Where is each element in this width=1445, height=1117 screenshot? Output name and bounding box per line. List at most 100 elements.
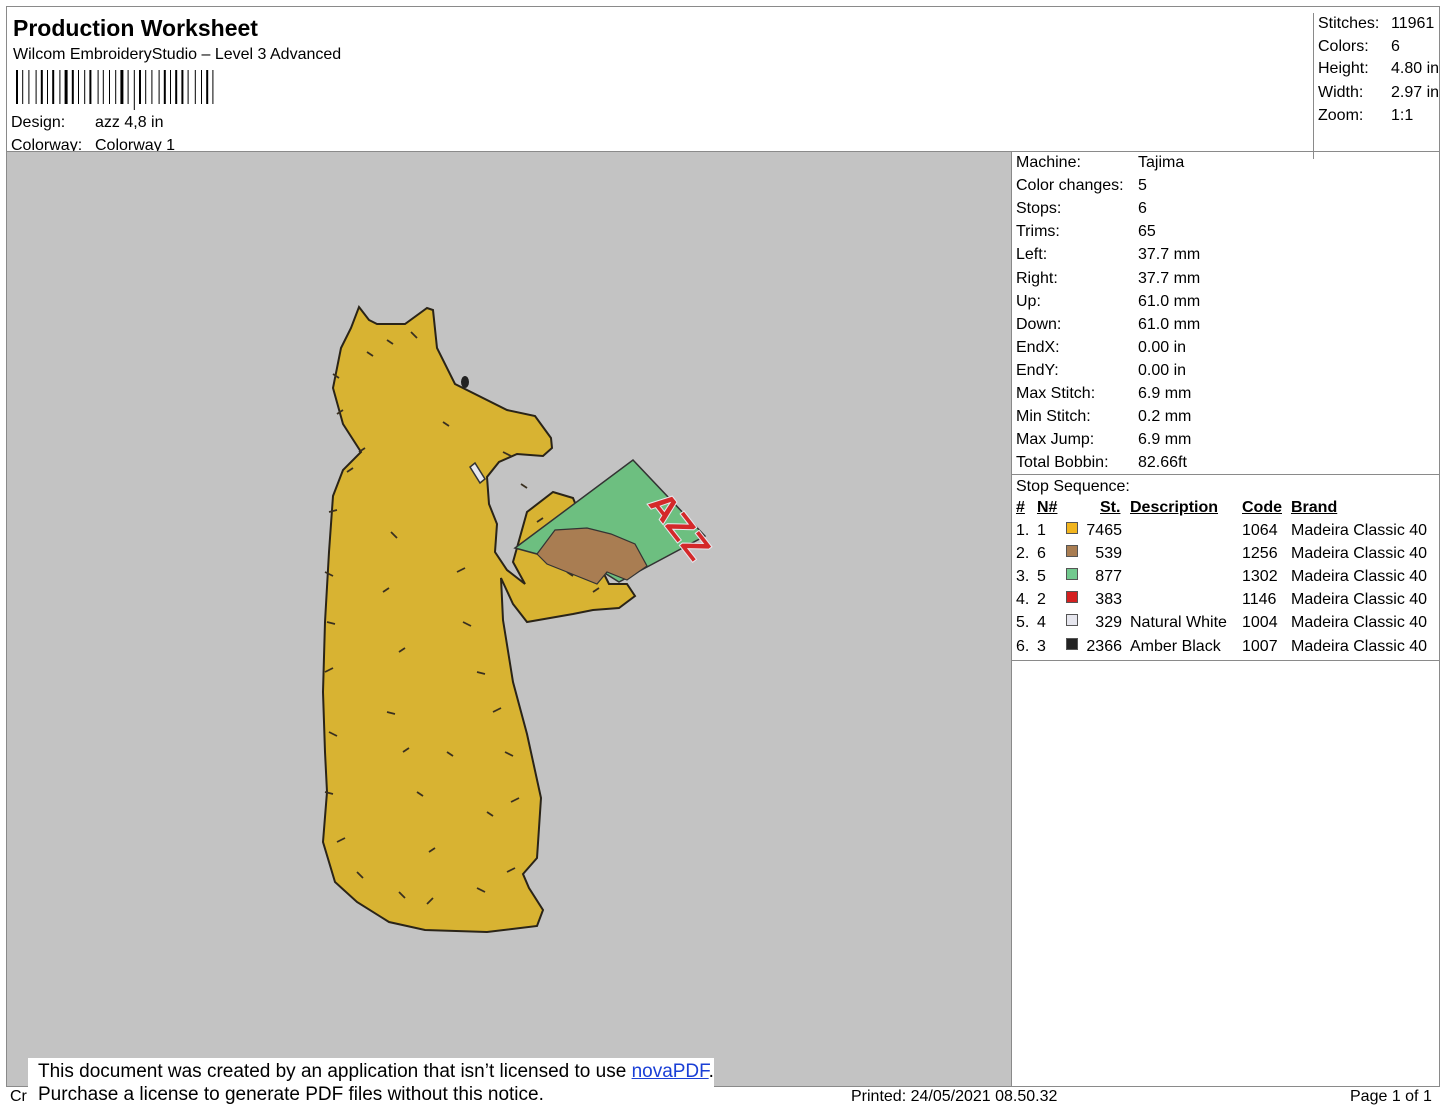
fox-body <box>321 304 637 934</box>
barcode-bar <box>175 70 178 104</box>
barcode-bar <box>194 70 196 104</box>
color-swatch <box>1066 614 1078 627</box>
summary-value: 6 <box>1391 38 1400 55</box>
stitch-count: 877 <box>1095 568 1122 586</box>
needle-number: 2 <box>1037 591 1046 609</box>
table-row: 3. 5 877 1302 Madeira Classic 40 <box>1012 568 1439 591</box>
col-header-code: Code <box>1242 499 1282 516</box>
summary-value: 11961 <box>1391 15 1435 32</box>
barcode-bar <box>145 70 147 104</box>
barcode-bar <box>71 70 74 104</box>
color-swatch <box>1066 522 1078 534</box>
row-number: 2. <box>1016 545 1030 563</box>
row-number: 6. <box>1016 637 1030 655</box>
barcode-bar <box>84 70 86 104</box>
info-label: Left: <box>1016 246 1048 264</box>
barcode-bar <box>201 70 202 104</box>
thread-brand: Madeira Classic 40 <box>1291 591 1428 609</box>
thread-code: 1146 <box>1242 591 1277 609</box>
info-value: 0.00 in <box>1138 338 1187 356</box>
info-label: Machine: <box>1016 154 1081 171</box>
stitch-mark <box>520 483 528 489</box>
thread-code: 1064 <box>1242 522 1278 539</box>
col-header-brand: Brand <box>1291 499 1338 516</box>
barcode-bar <box>22 70 24 104</box>
thread-brand: Madeira Classic 40 <box>1291 568 1428 586</box>
design-value: azz 4,8 in <box>95 114 164 131</box>
thread-brand: Madeira Classic 40 <box>1291 545 1428 563</box>
summary-label: Colors: <box>1318 38 1369 55</box>
barcode-bar <box>181 70 184 104</box>
worksheet-header: Production Worksheet Wilcom EmbroiderySt… <box>6 6 1440 159</box>
stop-sequence-title: Stop Sequence: <box>1016 478 1130 495</box>
info-label: Total Bobbin: <box>1016 454 1109 472</box>
needle-number: 6 <box>1037 545 1046 563</box>
color-swatch <box>1066 545 1078 558</box>
barcode-bar <box>127 70 129 104</box>
stitch-count: 539 <box>1095 545 1122 563</box>
table-row: 1. 1 7465 1064 Madeira Classic 40 <box>1012 522 1439 545</box>
table-row: 5. 4 329 Natural White 1004 Madeira Classic 4… <box>1012 614 1439 637</box>
info-value: 61.0 mm <box>1138 315 1201 333</box>
barcode-bar <box>52 70 55 104</box>
summary-label: Height: <box>1318 60 1369 77</box>
page-title: Production Worksheet <box>13 15 258 41</box>
section-divider <box>1012 660 1439 661</box>
summary-label: Width: <box>1318 84 1364 101</box>
info-label: EndX: <box>1016 338 1060 356</box>
barcode-bar <box>47 70 48 104</box>
thread-code: 1256 <box>1242 545 1278 563</box>
needle-number: 3 <box>1037 637 1046 655</box>
barcode-bar <box>16 70 18 104</box>
thread-description: Amber Black <box>1130 637 1221 655</box>
barcode-bar <box>212 70 214 104</box>
notice-text: This document was created by an applicat… <box>38 1061 632 1082</box>
summary-box: Stitches: 11961 Colors: 6 Height: 4.80 i… <box>1313 13 1445 159</box>
info-label: Stops: <box>1016 200 1062 218</box>
info-label: Min Stitch: <box>1016 408 1091 426</box>
col-header-stitches: St. <box>1100 499 1121 516</box>
color-swatch <box>1066 637 1078 650</box>
barcode-bar <box>28 70 30 104</box>
barcode-bar <box>59 70 61 104</box>
barcode-bar <box>109 70 110 104</box>
table-row: 2. 6 539 1256 Madeira Classic 40 <box>1012 545 1439 568</box>
printed-timestamp: Printed: 24/05/2021 08.50.32 <box>851 1088 1058 1105</box>
summary-row-stitches: Stitches: 11961 <box>1318 15 1445 38</box>
summary-label: Zoom: <box>1318 107 1364 124</box>
col-header-num: # <box>1016 499 1025 516</box>
color-swatch <box>1066 568 1078 581</box>
info-value: 37.7 mm <box>1138 246 1201 264</box>
info-value: 0.00 in <box>1138 361 1187 379</box>
created-label: Cr <box>10 1088 27 1105</box>
info-value: 6 <box>1138 200 1147 218</box>
needle-number: 1 <box>1037 522 1046 539</box>
barcode-bar <box>40 70 43 104</box>
info-value: 5 <box>1138 177 1147 195</box>
summary-row-colors: Colors: 6 <box>1318 38 1445 61</box>
barcode-bar <box>158 70 160 104</box>
barcode-bar <box>187 70 189 104</box>
col-header-description: Description <box>1130 499 1219 516</box>
color-swatch <box>1066 591 1078 604</box>
barcode-bar <box>115 70 117 104</box>
barcode-bar <box>120 70 124 104</box>
row-number: 5. <box>1016 614 1030 632</box>
summary-value: 1:1 <box>1391 107 1414 124</box>
thread-code: 1302 <box>1242 568 1278 586</box>
machine-info-panel: Machine: Tajima Color changes: 5 Stops: 6 Trim… <box>1011 151 1440 1087</box>
summary-row-width: Width: 2.97 in <box>1318 84 1445 107</box>
barcode-bar <box>170 70 171 104</box>
barcode-bar <box>102 70 104 104</box>
summary-row-zoom: Zoom: 1:1 <box>1318 107 1445 130</box>
novapdf-link[interactable]: novaPDF <box>632 1061 709 1082</box>
thread-code: 1007 <box>1242 637 1278 655</box>
info-value: Tajima <box>1138 154 1185 171</box>
table-row: 4. 2 383 1146 Madeira Classic 40 <box>1012 591 1439 614</box>
row-number: 3. <box>1016 568 1030 586</box>
info-value: 82.66ft <box>1138 454 1187 472</box>
info-label: Max Jump: <box>1016 431 1095 449</box>
barcode-bar <box>97 70 99 104</box>
stitch-count: 7465 <box>1086 522 1122 539</box>
stitch-count: 383 <box>1095 591 1122 609</box>
